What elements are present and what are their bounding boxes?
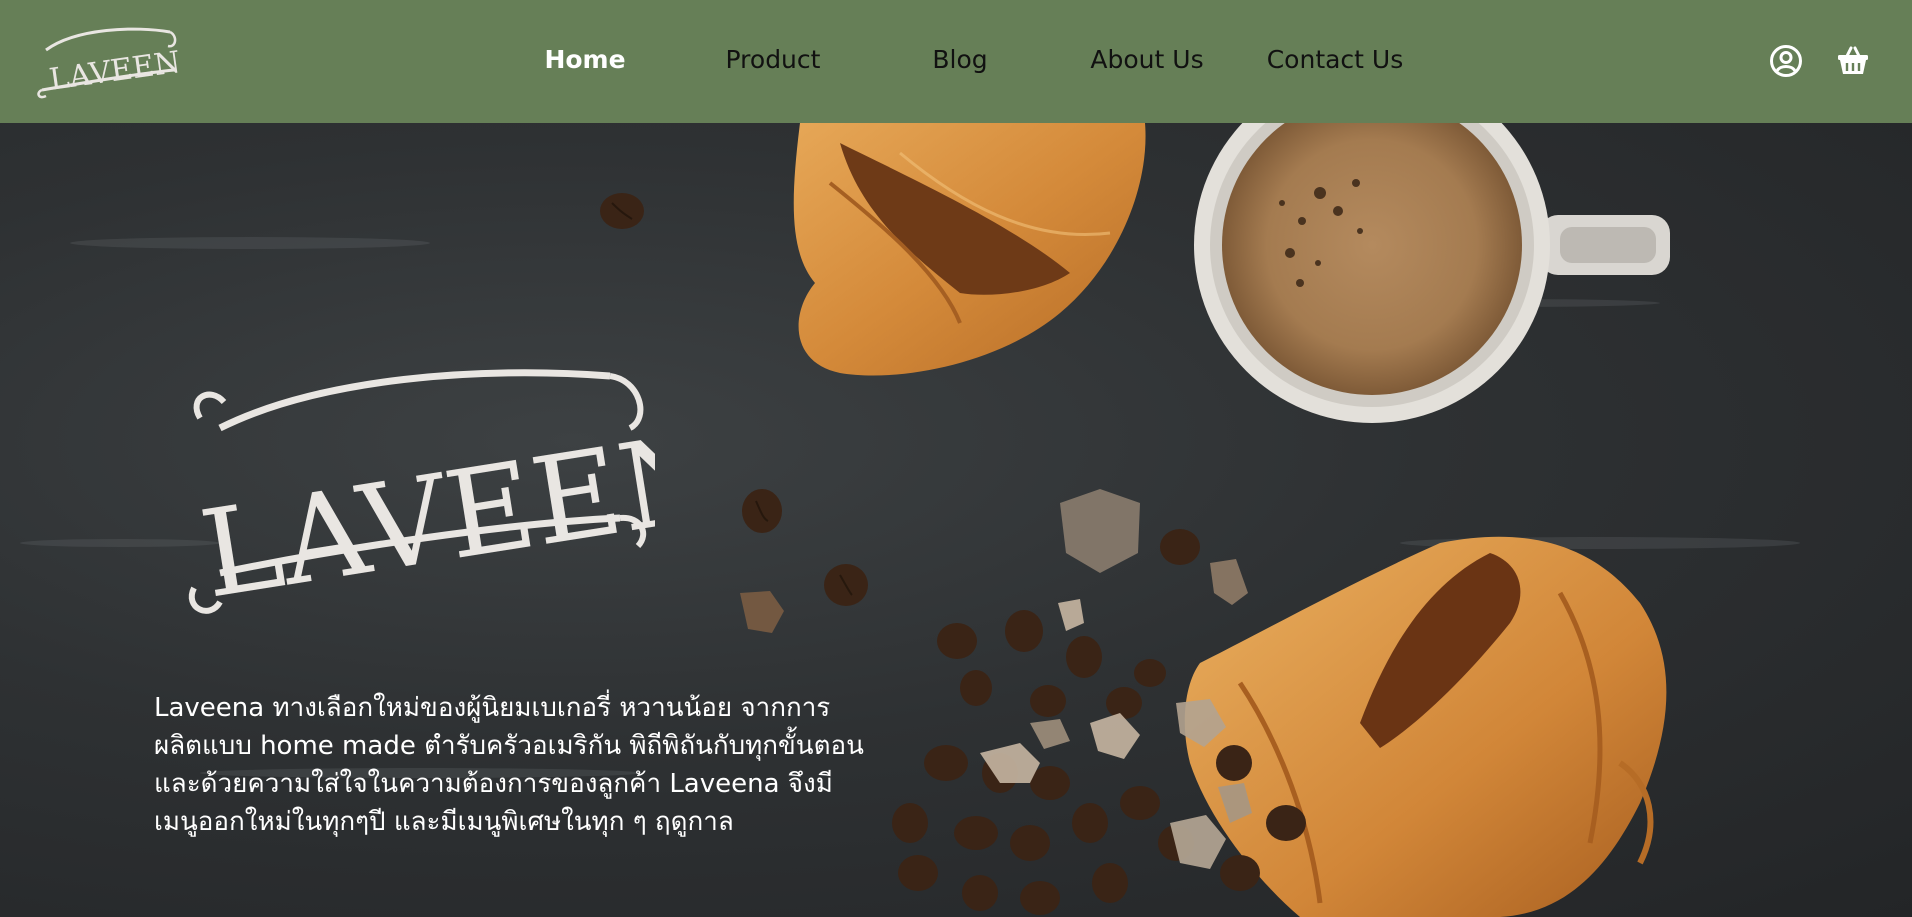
main-nav: Home Product Blog About Us Contact Us [0, 0, 1912, 123]
croissant-bottom [1184, 536, 1667, 917]
nav-product[interactable]: Product [707, 42, 839, 78]
nav-about-us[interactable]: About Us [1076, 42, 1218, 78]
coffee-cup [1194, 123, 1670, 423]
site-header: LAVEENA Home Product Blog About Us Conta… [0, 0, 1912, 123]
nav-home[interactable]: Home [530, 42, 640, 78]
nav-contact-us[interactable]: Contact Us [1252, 42, 1418, 78]
croissant-top [793, 123, 1146, 376]
nav-blog[interactable]: Blog [910, 42, 1010, 78]
hero-banner: LAVEENA Laveena ทางเลือกใหม่ของผู้นิยมเบ… [0, 123, 1912, 917]
svg-text:LAVEENA: LAVEENA [192, 392, 655, 626]
hero-description: Laveena ทางเลือกใหม่ของผู้นิยมเบเกอรี่ ห… [154, 693, 864, 837]
user-circle-icon[interactable] [1769, 44, 1803, 78]
hero-brand-logo: LAVEENA [188, 369, 655, 626]
shopping-basket-icon[interactable] [1836, 44, 1870, 78]
